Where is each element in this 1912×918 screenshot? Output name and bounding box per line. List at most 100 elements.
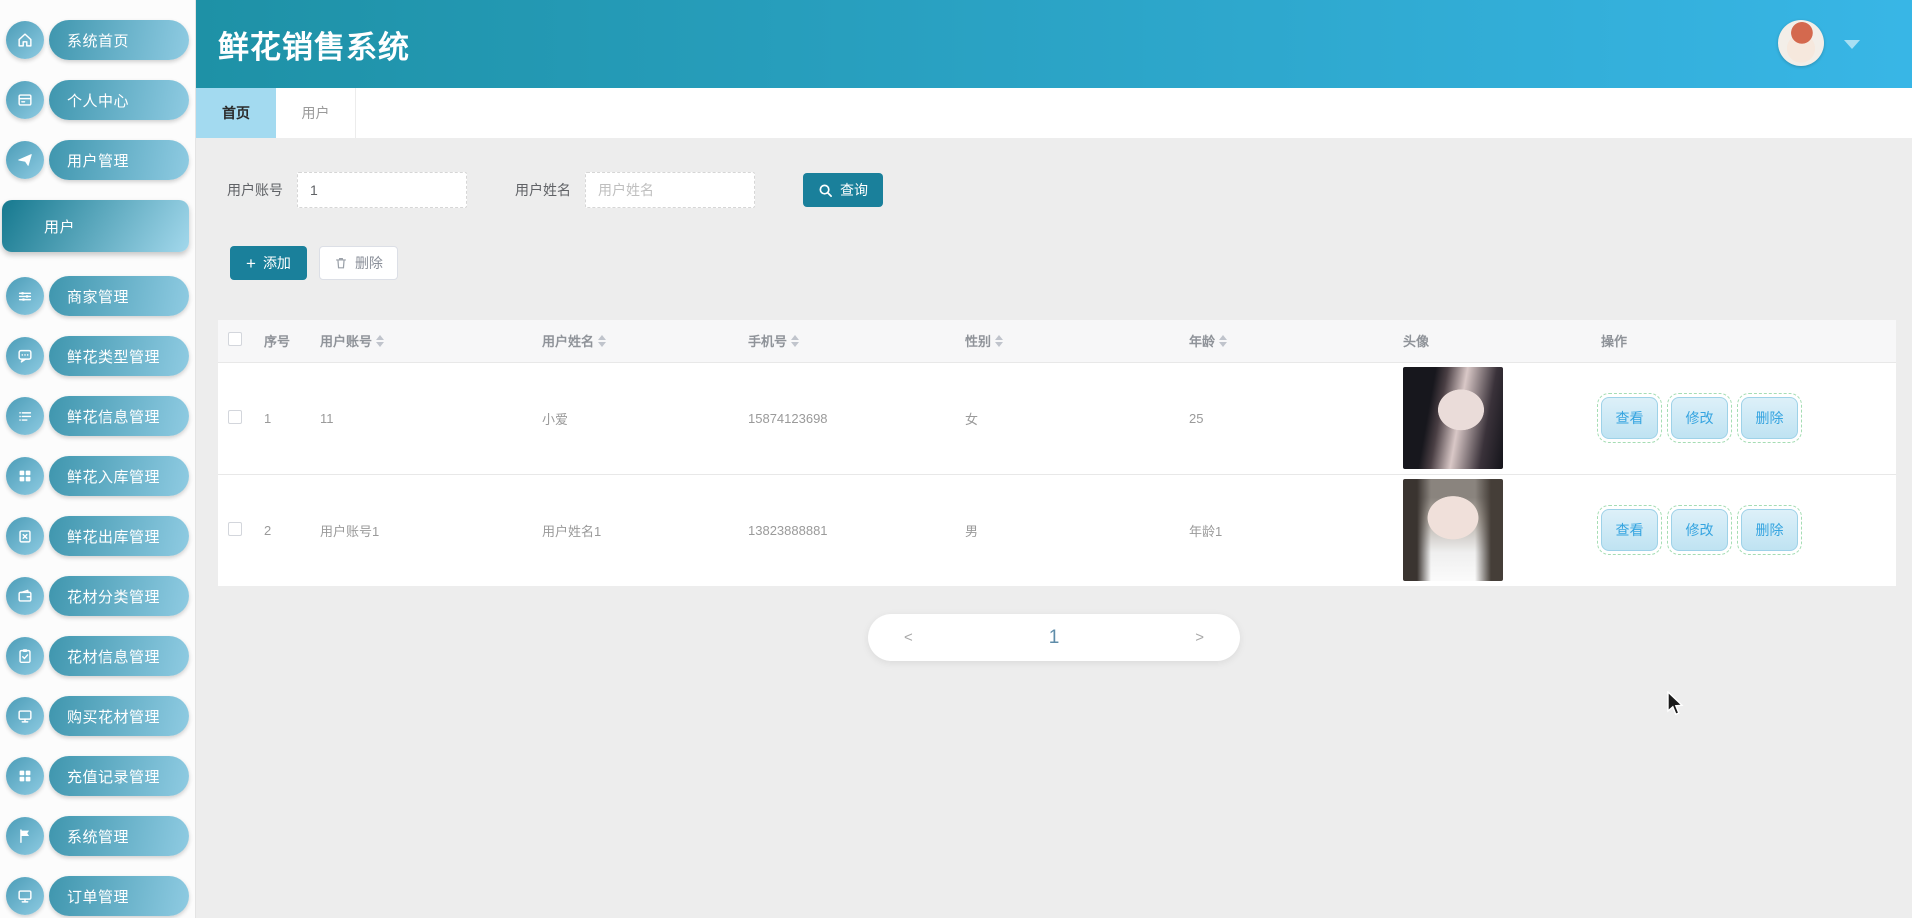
column-age: 年龄	[1189, 334, 1216, 350]
sort-carets-icon[interactable]	[598, 334, 607, 347]
account-input[interactable]	[297, 172, 467, 208]
cell-name: 小爱	[538, 361, 744, 474]
sidebar-item-flower-inbound-management[interactable]: 鲜花入库管理	[6, 456, 189, 496]
row-delete-button[interactable]: 删除	[1737, 393, 1802, 443]
home-icon	[6, 21, 44, 59]
pagination: < 1 >	[868, 614, 1240, 661]
content-area: 用户账号 用户姓名 查询 + 添加 删除	[196, 138, 1912, 918]
prev-page-button[interactable]: <	[904, 629, 913, 646]
sidebar-item-label: 鲜花信息管理	[49, 396, 189, 436]
user-avatar[interactable]	[1778, 20, 1824, 66]
cell-index: 2	[260, 473, 316, 586]
sidebar-item-material-info-management[interactable]: 花材信息管理	[6, 636, 189, 676]
tab-bar: 首页 用户	[196, 88, 1912, 138]
edit-button[interactable]: 修改	[1667, 505, 1732, 556]
sidebar-item-user-management[interactable]: 用户管理	[6, 140, 189, 180]
cell-phone: 15874123698	[744, 361, 961, 474]
monitor-icon	[6, 877, 44, 915]
sidebar-item-label: 商家管理	[49, 276, 189, 316]
grid-icon	[6, 457, 44, 495]
monitor-icon	[6, 697, 44, 735]
view-button[interactable]: 查看	[1597, 393, 1662, 443]
sidebar-item-merchant-management[interactable]: 商家管理	[6, 276, 189, 316]
cell-gender: 男	[961, 473, 1185, 586]
sort-carets-icon[interactable]	[376, 334, 385, 347]
cell-age: 年龄1	[1185, 473, 1399, 586]
sidebar-item-flower-info-management[interactable]: 鲜花信息管理	[6, 396, 189, 436]
table-row: 2 用户账号1 用户姓名1 13823888881 男 年龄1 查看 修改 删除	[218, 473, 1896, 586]
row-checkbox[interactable]	[228, 521, 242, 536]
sidebar-item-label: 购买花材管理	[49, 696, 189, 736]
send-icon	[6, 141, 44, 179]
app-header: 鲜花销售系统	[196, 0, 1912, 88]
sidebar-item-flower-type-management[interactable]: 鲜花类型管理	[6, 336, 189, 376]
cell-phone: 13823888881	[744, 473, 961, 586]
delete-button[interactable]: 删除	[318, 246, 398, 280]
next-page-button[interactable]: >	[1195, 629, 1204, 646]
sidebar-item-label: 花材信息管理	[49, 636, 189, 676]
add-button[interactable]: + 添加	[230, 246, 307, 280]
cell-gender: 女	[961, 361, 1185, 474]
sidebar-item-personal-center[interactable]: 个人中心	[6, 80, 189, 120]
user-table-panel: 序号 用户账号 用户姓名 手机号 性别 年龄 头像 操作 1 11 小爱 158…	[218, 320, 1896, 586]
column-index: 序号	[264, 334, 291, 350]
row-checkbox[interactable]	[228, 409, 242, 424]
sidebar: 系统首页 个人中心 用户管理 用户 商家管理 鲜花类型管理 鲜花信息管理 鲜花入…	[0, 0, 196, 918]
list-icon	[6, 397, 44, 435]
user-table: 序号 用户账号 用户姓名 手机号 性别 年龄 头像 操作 1 11 小爱 158…	[218, 320, 1896, 586]
search-icon	[819, 184, 832, 197]
sliders-icon	[6, 277, 44, 315]
tab-user[interactable]: 用户	[276, 88, 356, 138]
sort-carets-icon[interactable]	[1219, 334, 1228, 347]
column-actions: 操作	[1601, 334, 1628, 350]
current-page[interactable]: 1	[1049, 627, 1060, 649]
sidebar-item-system-management[interactable]: 系统管理	[6, 816, 189, 856]
select-all-checkbox[interactable]	[228, 332, 242, 347]
cell-name: 用户姓名1	[538, 473, 744, 586]
wallet-icon	[6, 577, 44, 615]
sort-carets-icon[interactable]	[791, 334, 800, 347]
table-toolbar: + 添加 删除	[196, 208, 1912, 280]
query-button[interactable]: 查询	[803, 173, 883, 207]
row-delete-button[interactable]: 删除	[1737, 505, 1802, 556]
table-header-row: 序号 用户账号 用户姓名 手机号 性别 年龄 头像 操作	[218, 320, 1896, 362]
column-gender: 性别	[965, 334, 992, 350]
sort-carets-icon[interactable]	[995, 334, 1004, 347]
cell-index: 1	[260, 361, 316, 474]
trash-icon	[335, 258, 346, 269]
tab-home[interactable]: 首页	[196, 88, 276, 138]
name-input[interactable]	[585, 172, 755, 208]
sidebar-item-material-category-management[interactable]: 花材分类管理	[6, 576, 189, 616]
sidebar-item-purchase-material-management[interactable]: 购买花材管理	[6, 696, 189, 736]
view-button[interactable]: 查看	[1597, 505, 1662, 556]
main-area: 鲜花销售系统 首页 用户 用户账号 用户姓名 查询 + 添加	[196, 0, 1912, 918]
sidebar-item-label: 充值记录管理	[49, 756, 189, 796]
sidebar-item-order-management[interactable]: 订单管理	[6, 876, 189, 916]
sidebar-item-label: 订单管理	[49, 876, 189, 916]
column-name: 用户姓名	[542, 334, 595, 350]
sidebar-item-label: 系统管理	[49, 816, 189, 856]
page-title: 鲜花销售系统	[218, 29, 410, 65]
grid-icon	[6, 757, 44, 795]
sidebar-item-label: 用户管理	[49, 140, 189, 180]
clipboard-check-icon	[6, 637, 44, 675]
column-account: 用户账号	[320, 334, 373, 350]
sidebar-item-home[interactable]: 系统首页	[6, 20, 189, 60]
mouse-cursor-icon	[1665, 690, 1687, 722]
edit-button[interactable]: 修改	[1667, 393, 1732, 443]
cell-age: 25	[1185, 361, 1399, 474]
sidebar-item-label: 鲜花出库管理	[49, 516, 189, 556]
sidebar-item-recharge-record-management[interactable]: 充值记录管理	[6, 756, 189, 796]
sidebar-subitem-user-active[interactable]: 用户	[2, 200, 189, 252]
account-label: 用户账号	[227, 182, 283, 198]
column-phone: 手机号	[748, 334, 788, 350]
id-card-icon	[6, 81, 44, 119]
sidebar-item-label: 系统首页	[49, 20, 189, 60]
flag-icon	[6, 817, 44, 855]
avatar-dropdown-caret-icon[interactable]	[1844, 40, 1860, 49]
plus-icon: +	[246, 253, 256, 273]
sidebar-item-label: 个人中心	[49, 80, 189, 120]
sidebar-item-label: 鲜花类型管理	[49, 336, 189, 376]
cell-account: 11	[316, 361, 538, 474]
sidebar-item-flower-outbound-management[interactable]: 鲜花出库管理	[6, 516, 189, 556]
